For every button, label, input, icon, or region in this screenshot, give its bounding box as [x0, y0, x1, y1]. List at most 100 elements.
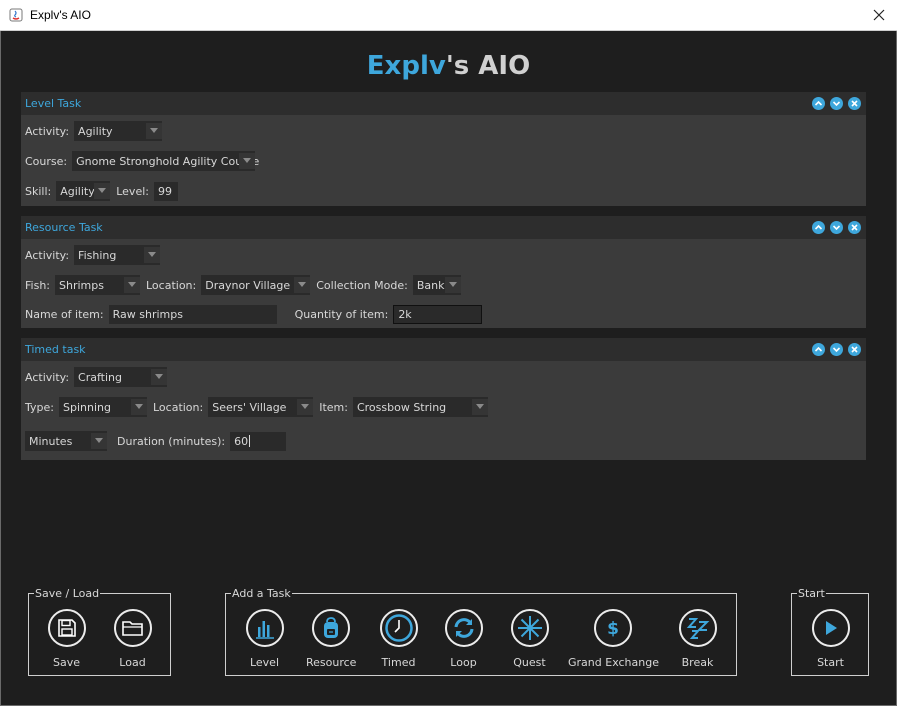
level-label: Level: [249, 656, 280, 669]
level-input[interactable]: 99: [153, 181, 178, 201]
fish-label: Fish:: [25, 278, 50, 292]
resource-task-title: Resource Task: [25, 221, 103, 234]
remove-icon[interactable]: [848, 221, 861, 234]
move-up-icon[interactable]: [812, 343, 825, 356]
loop-label: Loop: [450, 656, 477, 669]
dollar-icon: $: [607, 619, 619, 639]
activity-select[interactable]: Fishing: [74, 245, 161, 265]
app-title-accent: Explv: [366, 51, 446, 81]
loop-icon: [454, 618, 473, 638]
chevron-down-icon: [444, 277, 461, 293]
resource-task-header: Resource Task: [21, 216, 866, 239]
location-label: Location:: [146, 278, 197, 292]
chevron-down-icon: [297, 399, 314, 415]
chevron-down-icon: [94, 183, 111, 199]
remove-icon[interactable]: [848, 343, 861, 356]
level-task-title: Level Task: [25, 97, 82, 110]
clock-icon: [384, 614, 413, 642]
app-title: Explv's AIO: [0, 51, 897, 81]
resource-task-panel: Resource Task Activity: Fishing Fish: Sh…: [21, 216, 866, 328]
folder-icon: [121, 621, 143, 636]
course-label: Course:: [25, 154, 68, 168]
duration-input[interactable]: 60: [230, 431, 287, 451]
time-unit-select[interactable]: Minutes: [25, 431, 107, 451]
skill-select[interactable]: Agility: [56, 181, 111, 201]
save-button[interactable]: Save: [46, 609, 87, 669]
save-label: Save: [52, 656, 80, 669]
add-grand-exchange-task-button[interactable]: $ Grand Exchange: [568, 609, 659, 669]
text-caret: [249, 435, 251, 447]
window-titlebar: Explv's AIO: [0, 0, 897, 31]
fish-select[interactable]: Shrimps: [55, 275, 140, 295]
play-icon: [825, 621, 837, 635]
start-group-title: Start: [797, 587, 826, 600]
resource-label: Resource: [306, 656, 357, 669]
chevron-down-icon: [239, 153, 256, 169]
start-button[interactable]: Start: [810, 609, 851, 669]
location-select[interactable]: Seers' Village: [208, 397, 314, 417]
level-label: Level:: [116, 184, 149, 198]
timed-label: Timed: [381, 656, 416, 669]
add-task-title: Add a Task: [231, 587, 292, 600]
move-down-icon[interactable]: [830, 343, 843, 356]
chevron-down-icon: [130, 399, 147, 415]
timed-task-panel: Timed task Activity: Crafting Type: Spin…: [21, 338, 866, 460]
chevron-down-icon: [91, 433, 107, 449]
add-quest-task-button[interactable]: Quest: [509, 609, 550, 669]
app-title-rest: 's AIO: [445, 51, 531, 81]
move-down-icon[interactable]: [830, 97, 843, 110]
activity-label: Activity:: [25, 248, 70, 262]
activity-label: Activity:: [25, 124, 70, 138]
svg-text:$: $: [607, 619, 619, 639]
save-load-group: Save / Load Save Load: [28, 587, 171, 676]
save-load-title: Save / Load: [34, 587, 101, 600]
start-group: Start Start: [791, 587, 869, 676]
item-name-input[interactable]: Raw shrimps: [108, 304, 277, 324]
chevron-down-icon: [146, 123, 163, 139]
activity-select[interactable]: Agility: [74, 121, 163, 141]
course-select[interactable]: Gnome Stronghold Agility Course: [72, 151, 259, 171]
duration-label: Duration (minutes):: [117, 434, 226, 448]
break-label: Break: [681, 656, 714, 669]
load-button[interactable]: Load: [112, 609, 153, 669]
add-task-group: Add a Task Level Resource Timed Loop Que…: [225, 587, 737, 676]
move-down-icon[interactable]: [830, 221, 843, 234]
load-label: Load: [119, 656, 146, 669]
add-loop-task-button[interactable]: Loop: [443, 609, 484, 669]
java-icon: [9, 8, 23, 22]
level-task-panel: Level Task Activity: Agility Course: Gno…: [21, 92, 866, 206]
item-label: Item:: [319, 400, 348, 414]
add-timed-task-button[interactable]: Timed: [378, 609, 419, 669]
item-select[interactable]: Crossbow String: [352, 397, 488, 417]
snowflake-icon: [517, 616, 542, 640]
add-break-task-button[interactable]: Break: [677, 609, 718, 669]
type-select[interactable]: Spinning: [58, 397, 147, 417]
floppy-disk-icon: [57, 619, 76, 637]
item-name-label: Name of item:: [25, 307, 104, 321]
collection-mode-label: Collection Mode:: [316, 278, 408, 292]
add-level-task-button[interactable]: Level: [244, 609, 285, 669]
timed-task-header: Timed task: [21, 338, 866, 361]
location-label: Location:: [152, 400, 204, 414]
location-select[interactable]: Draynor Village: [201, 275, 311, 295]
item-quantity-label: Quantity of item:: [294, 307, 389, 321]
chevron-down-icon: [471, 399, 488, 415]
remove-icon[interactable]: [848, 97, 861, 110]
chevron-down-icon: [151, 369, 168, 385]
activity-label: Activity:: [25, 370, 70, 384]
move-up-icon[interactable]: [812, 221, 825, 234]
item-quantity-input[interactable]: 2k: [393, 304, 483, 324]
level-task-header: Level Task: [21, 92, 866, 115]
chevron-down-icon: [144, 247, 161, 263]
close-icon[interactable]: [870, 6, 888, 24]
add-resource-task-button[interactable]: Resource: [306, 609, 356, 669]
move-up-icon[interactable]: [812, 97, 825, 110]
type-label: Type:: [25, 400, 54, 414]
activity-select[interactable]: Crafting: [74, 367, 168, 387]
bar-chart-icon: [255, 621, 274, 639]
sleep-icon: [686, 618, 709, 639]
window-title: Explv's AIO: [30, 8, 91, 22]
timed-task-title: Timed task: [25, 343, 86, 356]
start-label: Start: [817, 656, 844, 669]
collection-mode-select[interactable]: Bank: [412, 275, 461, 295]
